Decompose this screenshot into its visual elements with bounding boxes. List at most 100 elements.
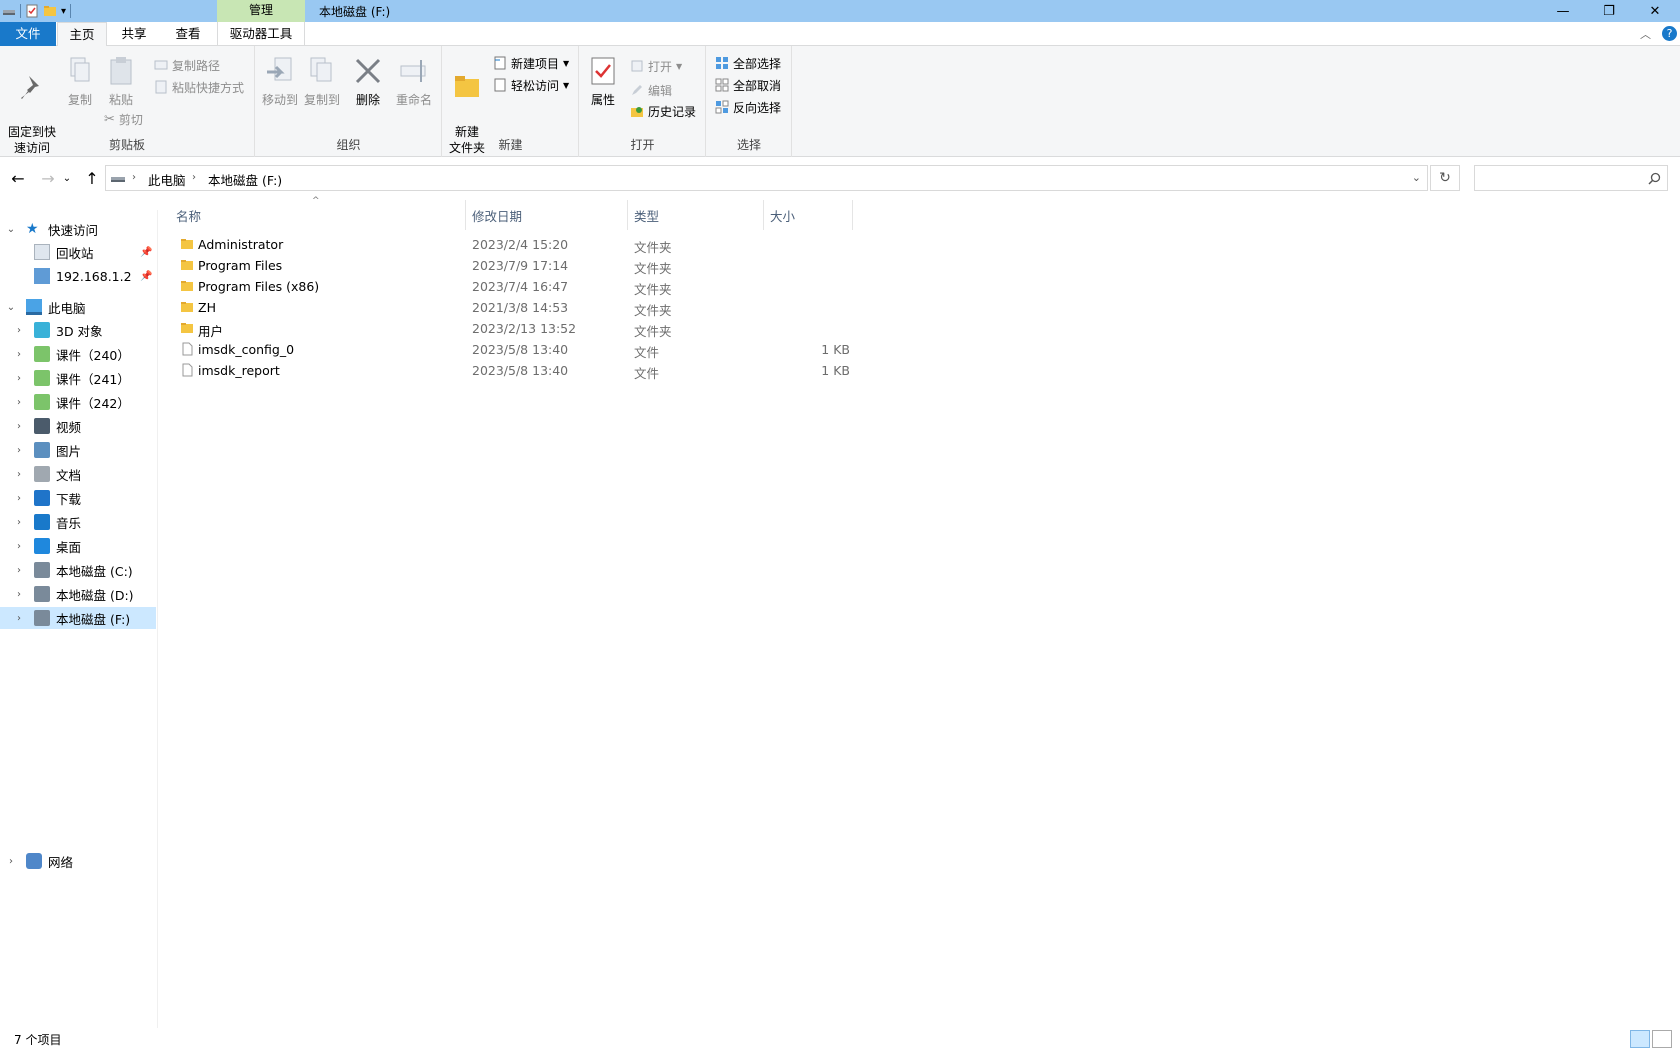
nav-pc-item[interactable]: › 课件（240）: [0, 343, 156, 365]
address-dropdown-icon[interactable]: ⌄: [1412, 171, 1421, 184]
paste-shortcut-button[interactable]: 粘贴快捷方式: [154, 78, 244, 96]
search-input[interactable]: [1474, 165, 1668, 191]
drive-icon[interactable]: [2, 4, 16, 18]
paste-button[interactable]: 粘贴: [100, 54, 142, 108]
nav-pc-item[interactable]: › 视频: [0, 415, 156, 437]
minimize-button[interactable]: —: [1540, 0, 1586, 22]
maximize-button[interactable]: ❐: [1586, 0, 1632, 22]
history-button[interactable]: 历史记录: [630, 102, 696, 120]
open-button[interactable]: 打开 ▼: [630, 57, 682, 75]
collapsed-chevron-icon[interactable]: ›: [12, 373, 26, 384]
collapse-ribbon-icon[interactable]: ︿: [1640, 26, 1651, 42]
file-row[interactable]: Program Files (x86) 2023/7/4 16:47 文件夹: [170, 276, 850, 297]
forward-arrow-icon[interactable]: →: [36, 167, 60, 189]
copy-button[interactable]: 复制: [60, 54, 100, 108]
expanded-chevron-icon[interactable]: ⌄: [4, 302, 18, 313]
network-drive-icon: [34, 268, 50, 284]
move-to-button[interactable]: 移动到: [260, 54, 300, 108]
breadcrumb-chevron-icon[interactable]: ›: [192, 172, 196, 183]
nav-pc-item[interactable]: › 课件（242）: [0, 391, 156, 413]
collapsed-chevron-icon[interactable]: ›: [12, 541, 26, 552]
tab-drive-tools[interactable]: 驱动器工具: [217, 22, 305, 46]
collapsed-chevron-icon[interactable]: ›: [12, 421, 26, 432]
scissors-icon: ✂: [104, 111, 115, 127]
collapsed-chevron-icon[interactable]: ›: [12, 517, 26, 528]
file-row[interactable]: Administrator 2023/2/4 15:20 文件夹: [170, 234, 850, 255]
invert-selection-button[interactable]: 反向选择: [715, 98, 781, 116]
edit-button[interactable]: 编辑: [630, 81, 672, 99]
expanded-chevron-icon[interactable]: ⌄: [4, 224, 18, 235]
tab-view[interactable]: 查看: [160, 22, 216, 46]
close-button[interactable]: ✕: [1632, 0, 1678, 22]
back-arrow-icon[interactable]: ←: [6, 167, 30, 189]
address-bar[interactable]: › 此电脑 › 本地磁盘 (F:) ⌄: [105, 165, 1428, 191]
qat-customize-icon[interactable]: ▾: [61, 6, 66, 17]
nav-this-pc[interactable]: ⌄ 此电脑: [0, 296, 156, 318]
column-header-name[interactable]: 名称: [176, 206, 201, 225]
column-divider[interactable]: [763, 200, 764, 230]
column-header-size[interactable]: 大小: [770, 206, 795, 225]
delete-button[interactable]: 删除: [348, 54, 388, 108]
file-row[interactable]: Program Files 2023/7/9 17:14 文件夹: [170, 255, 850, 276]
move-to-label: 移动到: [261, 93, 298, 107]
tab-file[interactable]: 文件: [0, 22, 56, 46]
collapsed-chevron-icon[interactable]: ›: [12, 493, 26, 504]
nav-pc-item[interactable]: › 桌面: [0, 535, 156, 557]
select-all-button[interactable]: 全部选择: [715, 54, 781, 72]
open-icon: [631, 60, 643, 72]
tab-share[interactable]: 共享: [108, 22, 160, 46]
collapsed-chevron-icon[interactable]: ›: [12, 325, 26, 336]
column-divider[interactable]: [852, 200, 853, 230]
file-row[interactable]: 用户 2023/2/13 13:52 文件夹: [170, 318, 850, 339]
copy-path-button[interactable]: 复制路径: [154, 56, 220, 74]
nav-pc-item[interactable]: › 图片: [0, 439, 156, 461]
collapsed-chevron-icon[interactable]: ›: [12, 565, 26, 576]
rename-button[interactable]: 重命名: [392, 54, 436, 108]
select-none-button[interactable]: 全部取消: [715, 76, 781, 94]
nav-recycle-bin[interactable]: 回收站 📌: [0, 241, 156, 263]
nav-pc-item[interactable]: › 本地磁盘 (F:): [0, 607, 156, 629]
collapsed-chevron-icon[interactable]: ›: [12, 445, 26, 456]
cut-button[interactable]: ✂ 剪切: [104, 110, 143, 128]
recent-locations-icon[interactable]: ⌄: [60, 167, 74, 189]
collapsed-chevron-icon[interactable]: ›: [12, 349, 26, 360]
up-arrow-icon[interactable]: ↑: [80, 167, 104, 189]
nav-pc-item[interactable]: › 本地磁盘 (D:): [0, 583, 156, 605]
column-divider[interactable]: [465, 200, 466, 230]
new-item-button[interactable]: 新建项目 ▼: [493, 54, 569, 72]
file-row[interactable]: imsdk_config_0 2023/5/8 13:40 文件 1 KB: [170, 339, 850, 360]
collapsed-chevron-icon[interactable]: ›: [12, 589, 26, 600]
copy-to-button[interactable]: 复制到: [302, 54, 342, 108]
nav-pc-item[interactable]: › 3D 对象: [0, 319, 156, 341]
nav-network[interactable]: › 网络: [0, 850, 156, 872]
refresh-icon[interactable]: ↻: [1430, 165, 1460, 191]
tab-home[interactable]: 主页: [57, 22, 107, 47]
collapsed-chevron-icon[interactable]: ›: [12, 613, 26, 624]
context-tab-manage[interactable]: 管理: [217, 0, 305, 22]
properties-button[interactable]: 属性: [584, 54, 622, 108]
nav-quick-access[interactable]: ⌄ ★ 快速访问: [0, 218, 156, 240]
breadcrumb-chevron-icon[interactable]: ›: [132, 172, 136, 183]
nav-pc-item[interactable]: › 音乐: [0, 511, 156, 533]
large-icons-view-icon[interactable]: [1652, 1030, 1672, 1048]
file-row[interactable]: ZH 2021/3/8 14:53 文件夹: [170, 297, 850, 318]
properties-icon[interactable]: [25, 4, 39, 18]
collapsed-chevron-icon[interactable]: ›: [12, 469, 26, 480]
nav-pc-item[interactable]: › 课件（241）: [0, 367, 156, 389]
column-header-type[interactable]: 类型: [634, 206, 659, 225]
breadcrumb-this-pc[interactable]: 此电脑: [148, 170, 186, 189]
help-icon[interactable]: ?: [1662, 26, 1677, 41]
new-folder-icon[interactable]: [43, 4, 57, 18]
nav-pc-item[interactable]: › 本地磁盘 (C:): [0, 559, 156, 581]
breadcrumb-drive-f[interactable]: 本地磁盘 (F:): [208, 170, 282, 189]
collapsed-chevron-icon[interactable]: ›: [4, 856, 18, 867]
column-divider[interactable]: [627, 200, 628, 230]
column-header-date[interactable]: 修改日期: [472, 206, 522, 225]
nav-pc-item[interactable]: › 文档: [0, 463, 156, 485]
collapsed-chevron-icon[interactable]: ›: [12, 397, 26, 408]
nav-network-share[interactable]: 192.168.1.2 📌: [0, 265, 156, 287]
easy-access-button[interactable]: 轻松访问 ▼: [493, 76, 569, 94]
file-row[interactable]: imsdk_report 2023/5/8 13:40 文件 1 KB: [170, 360, 850, 381]
nav-pc-item[interactable]: › 下载: [0, 487, 156, 509]
details-view-icon[interactable]: [1630, 1030, 1650, 1048]
